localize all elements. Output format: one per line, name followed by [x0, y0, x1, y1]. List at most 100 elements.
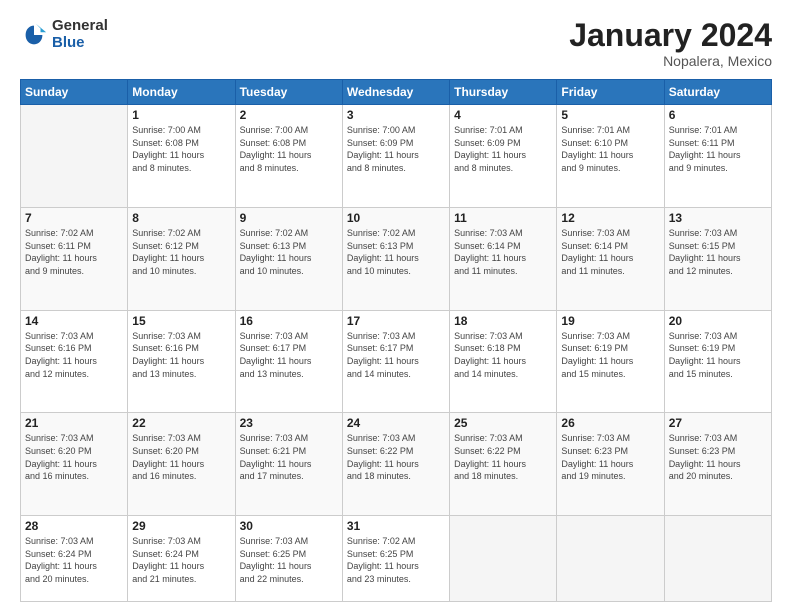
page: General Blue January 2024 Nopalera, Mexi… — [0, 0, 792, 612]
table-row: 28 Sunrise: 7:03 AM Sunset: 6:24 PM Dayli… — [21, 516, 128, 602]
day-info: Sunrise: 7:01 AM Sunset: 6:09 PM Dayligh… — [454, 124, 552, 174]
day-number: 2 — [240, 108, 338, 122]
table-row: 27Sunrise: 7:03 AM Sunset: 6:23 PM Dayli… — [664, 413, 771, 516]
table-row: 16 Sunrise: 7:03 AM Sunset: 6:17 PM Dayli… — [235, 310, 342, 413]
header-tuesday: Tuesday — [235, 80, 342, 105]
header-monday: Monday — [128, 80, 235, 105]
table-row — [664, 516, 771, 602]
day-number: 3 — [347, 108, 445, 122]
day-number: 18 — [454, 314, 552, 328]
day-number: 9 — [240, 211, 338, 225]
day-number: 10 — [347, 211, 445, 225]
day-info: Sunrise: 7:03 AM Sunset: 6:25 PM Dayligh… — [240, 535, 338, 585]
day-info: Sunrise: 7:03 AM Sunset: 6:19 PM Dayligh… — [669, 330, 767, 380]
day-number: 1 — [132, 108, 230, 122]
day-info: Sunrise: 7:03 AM Sunset: 6:22 PM Dayligh… — [454, 432, 552, 482]
table-row: 23Sunrise: 7:03 AM Sunset: 6:21 PM Dayli… — [235, 413, 342, 516]
day-info: Sunrise: 7:03 AM Sunset: 6:18 PM Dayligh… — [454, 330, 552, 380]
table-row: 2Sunrise: 7:00 AM Sunset: 6:08 PM Daylig… — [235, 105, 342, 208]
day-number: 5 — [561, 108, 659, 122]
table-row: 24Sunrise: 7:03 AM Sunset: 6:22 PM Dayli… — [342, 413, 449, 516]
day-number: 15 — [132, 314, 230, 328]
day-info: Sunrise: 7:03 AM Sunset: 6:14 PM Dayligh… — [454, 227, 552, 277]
table-row: 26 Sunrise: 7:03 AM Sunset: 6:23 PM Dayli… — [557, 413, 664, 516]
day-number: 16 — [240, 314, 338, 328]
day-info: Sunrise: 7:02 AM Sunset: 6:12 PM Dayligh… — [132, 227, 230, 277]
calendar-week-row: 21 Sunrise: 7:03 AM Sunset: 6:20 PM Dayli… — [21, 413, 772, 516]
day-number: 21 — [25, 416, 123, 430]
header-wednesday: Wednesday — [342, 80, 449, 105]
day-info: Sunrise: 7:03 AM Sunset: 6:19 PM Dayligh… — [561, 330, 659, 380]
day-number: 22 — [132, 416, 230, 430]
weekday-header-row: Sunday Monday Tuesday Wednesday Thursday… — [21, 80, 772, 105]
table-row: 3 Sunrise: 7:00 AM Sunset: 6:09 PM Daylig… — [342, 105, 449, 208]
day-info: Sunrise: 7:02 AM Sunset: 6:25 PM Dayligh… — [347, 535, 445, 585]
table-row: 11Sunrise: 7:03 AM Sunset: 6:14 PM Dayli… — [450, 207, 557, 310]
table-row: 21 Sunrise: 7:03 AM Sunset: 6:20 PM Dayli… — [21, 413, 128, 516]
day-info: Sunrise: 7:01 AM Sunset: 6:11 PM Dayligh… — [669, 124, 767, 174]
day-info: Sunrise: 7:00 AM Sunset: 6:08 PM Dayligh… — [132, 124, 230, 174]
day-info: Sunrise: 7:03 AM Sunset: 6:20 PM Dayligh… — [25, 432, 123, 482]
day-info: Sunrise: 7:02 AM Sunset: 6:11 PM Dayligh… — [25, 227, 123, 277]
day-number: 29 — [132, 519, 230, 533]
header-friday: Friday — [557, 80, 664, 105]
day-info: Sunrise: 7:01 AM Sunset: 6:10 PM Dayligh… — [561, 124, 659, 174]
day-info: Sunrise: 7:03 AM Sunset: 6:21 PM Dayligh… — [240, 432, 338, 482]
table-row: 25 Sunrise: 7:03 AM Sunset: 6:22 PM Dayli… — [450, 413, 557, 516]
table-row — [557, 516, 664, 602]
day-info: Sunrise: 7:03 AM Sunset: 6:16 PM Dayligh… — [25, 330, 123, 380]
header: General Blue January 2024 Nopalera, Mexi… — [20, 18, 772, 69]
calendar-week-row: 1 Sunrise: 7:00 AM Sunset: 6:08 PM Daylig… — [21, 105, 772, 208]
table-row: 15 Sunrise: 7:03 AM Sunset: 6:16 PM Dayli… — [128, 310, 235, 413]
day-info: Sunrise: 7:03 AM Sunset: 6:16 PM Dayligh… — [132, 330, 230, 380]
day-number: 6 — [669, 108, 767, 122]
day-number: 31 — [347, 519, 445, 533]
day-info: Sunrise: 7:00 AM Sunset: 6:09 PM Dayligh… — [347, 124, 445, 174]
header-sunday: Sunday — [21, 80, 128, 105]
table-row: 22 Sunrise: 7:03 AM Sunset: 6:20 PM Dayli… — [128, 413, 235, 516]
day-number: 25 — [454, 416, 552, 430]
table-row: 6 Sunrise: 7:01 AM Sunset: 6:11 PM Daylig… — [664, 105, 771, 208]
day-number: 8 — [132, 211, 230, 225]
table-row: 19 Sunrise: 7:03 AM Sunset: 6:19 PM Dayli… — [557, 310, 664, 413]
day-info: Sunrise: 7:03 AM Sunset: 6:24 PM Dayligh… — [25, 535, 123, 585]
table-row: 18 Sunrise: 7:03 AM Sunset: 6:18 PM Dayli… — [450, 310, 557, 413]
day-number: 20 — [669, 314, 767, 328]
logo-icon — [20, 21, 48, 49]
day-info: Sunrise: 7:03 AM Sunset: 6:22 PM Dayligh… — [347, 432, 445, 482]
day-number: 12 — [561, 211, 659, 225]
table-row: 4 Sunrise: 7:01 AM Sunset: 6:09 PM Daylig… — [450, 105, 557, 208]
table-row: 14Sunrise: 7:03 AM Sunset: 6:16 PM Dayli… — [21, 310, 128, 413]
day-number: 19 — [561, 314, 659, 328]
day-info: Sunrise: 7:03 AM Sunset: 6:23 PM Dayligh… — [561, 432, 659, 482]
calendar-location: Nopalera, Mexico — [569, 53, 772, 69]
table-row: 10 Sunrise: 7:02 AM Sunset: 6:13 PM Dayli… — [342, 207, 449, 310]
calendar-week-row: 7Sunrise: 7:02 AM Sunset: 6:11 PM Daylig… — [21, 207, 772, 310]
day-info: Sunrise: 7:03 AM Sunset: 6:17 PM Dayligh… — [240, 330, 338, 380]
logo-general-text: General — [52, 18, 108, 35]
table-row: 29Sunrise: 7:03 AM Sunset: 6:24 PM Dayli… — [128, 516, 235, 602]
day-number: 27 — [669, 416, 767, 430]
day-info: Sunrise: 7:03 AM Sunset: 6:14 PM Dayligh… — [561, 227, 659, 277]
day-info: Sunrise: 7:02 AM Sunset: 6:13 PM Dayligh… — [347, 227, 445, 277]
day-number: 26 — [561, 416, 659, 430]
day-number: 28 — [25, 519, 123, 533]
day-info: Sunrise: 7:03 AM Sunset: 6:17 PM Dayligh… — [347, 330, 445, 380]
table-row: 7Sunrise: 7:02 AM Sunset: 6:11 PM Daylig… — [21, 207, 128, 310]
calendar-table: Sunday Monday Tuesday Wednesday Thursday… — [20, 79, 772, 602]
table-row: 9 Sunrise: 7:02 AM Sunset: 6:13 PM Daylig… — [235, 207, 342, 310]
table-row: 13Sunrise: 7:03 AM Sunset: 6:15 PM Dayli… — [664, 207, 771, 310]
day-info: Sunrise: 7:03 AM Sunset: 6:20 PM Dayligh… — [132, 432, 230, 482]
table-row: 30 Sunrise: 7:03 AM Sunset: 6:25 PM Dayli… — [235, 516, 342, 602]
header-saturday: Saturday — [664, 80, 771, 105]
day-info: Sunrise: 7:02 AM Sunset: 6:13 PM Dayligh… — [240, 227, 338, 277]
calendar-week-row: 14Sunrise: 7:03 AM Sunset: 6:16 PM Dayli… — [21, 310, 772, 413]
day-number: 30 — [240, 519, 338, 533]
table-row: 20 Sunrise: 7:03 AM Sunset: 6:19 PM Dayli… — [664, 310, 771, 413]
day-number: 4 — [454, 108, 552, 122]
day-number: 13 — [669, 211, 767, 225]
logo: General Blue — [20, 18, 108, 51]
calendar-week-row: 28 Sunrise: 7:03 AM Sunset: 6:24 PM Dayli… — [21, 516, 772, 602]
day-number: 17 — [347, 314, 445, 328]
header-thursday: Thursday — [450, 80, 557, 105]
